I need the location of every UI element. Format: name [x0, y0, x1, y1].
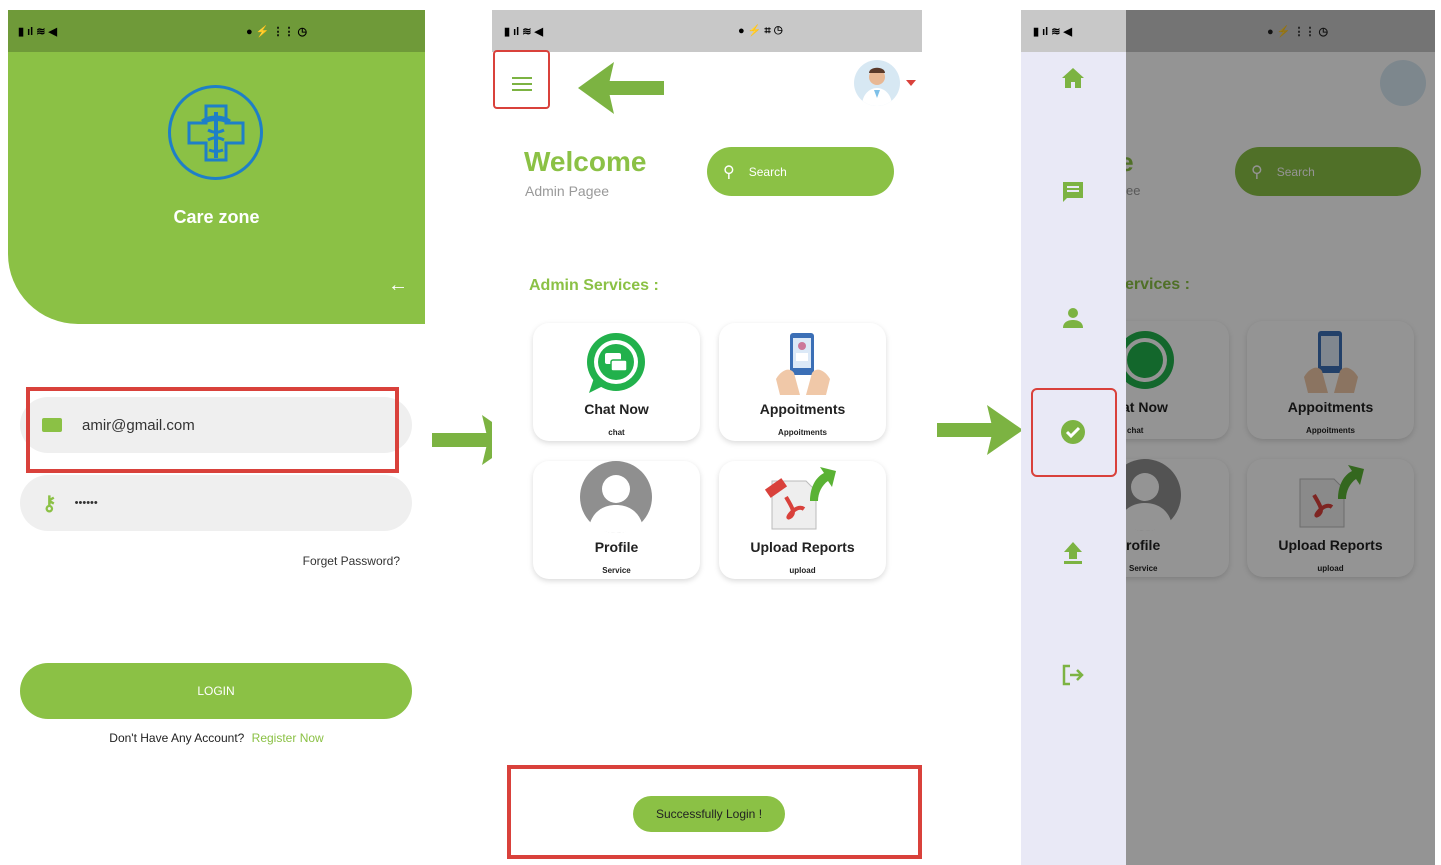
card-subtitle: Service: [602, 566, 631, 575]
register-row: Don't Have Any Account? Register Now: [8, 731, 425, 745]
card-subtitle: Appoitments: [778, 428, 827, 437]
app-name: Care zone: [173, 207, 260, 227]
card-subtitle: chat: [608, 428, 625, 437]
menu-highlight-box: [493, 50, 550, 109]
avatar[interactable]: [854, 60, 900, 106]
login-screen: ▮ ıl ≋ ◀ ● ⚡ ⋮⋮ ◷ Care zone ← amir@gmail…: [8, 10, 425, 865]
admin-screen: ▮ ıl ≋ ◀ ● ⚡ ⌗ ◷ Welcome Admin Pagee ⚲ S…: [492, 10, 922, 865]
key-icon: ⚷: [42, 492, 57, 515]
whatsapp-chat-icon: [587, 333, 645, 393]
card-title: Appoitments: [759, 401, 846, 417]
pointer-arrow-icon: [578, 62, 664, 114]
status-bar: ▮ ıl ≋ ◀ ● ⚡ ⋮⋮ ◷: [8, 10, 425, 52]
forgot-password-link[interactable]: Forget Password?: [208, 554, 400, 568]
search-icon: ⚲: [723, 163, 735, 181]
no-account-text: Don't Have Any Account?: [109, 731, 245, 745]
signal-icons: ▮ ıl ≋ ◀: [504, 25, 544, 38]
search-input[interactable]: ⚲ Search: [707, 147, 894, 196]
home-icon[interactable]: [1055, 60, 1091, 96]
service-card-appointments[interactable]: Appoitments Appoitments: [719, 323, 886, 441]
back-arrow-icon[interactable]: ←: [388, 274, 408, 297]
login-button[interactable]: LOGIN: [20, 663, 412, 719]
flow-arrow-icon: [937, 405, 1023, 455]
doctor-icon: [862, 67, 892, 106]
card-subtitle: upload: [789, 566, 816, 575]
status-bar: ▮ ıl ≋ ◀ ● ⚡ ⌗ ◷: [492, 10, 922, 52]
care-zone-logo: [168, 85, 263, 180]
nav-drawer: ▮ ıl ≋ ◀: [1021, 10, 1126, 865]
page-subtitle: Admin Pagee: [525, 183, 610, 199]
caret-down-icon[interactable]: [906, 80, 916, 86]
caduceus-icon: [187, 104, 244, 161]
upload-icon[interactable]: [1055, 535, 1091, 571]
message-icon[interactable]: [1055, 174, 1091, 210]
card-title: Chat Now: [584, 401, 649, 417]
service-card-chat[interactable]: Chat Now chat: [533, 323, 700, 441]
card-title: Upload Reports: [750, 539, 855, 555]
search-placeholder: Search: [748, 164, 787, 179]
success-toast: Successfully Login !: [633, 796, 785, 832]
welcome-title: Welcome: [524, 146, 647, 177]
person-icon[interactable]: [1055, 300, 1091, 336]
status-right-icons: ● ⚡ ⌗ ◷: [738, 25, 783, 37]
check-highlight-box: [1031, 388, 1117, 477]
service-card-profile[interactable]: Profile Service: [533, 461, 700, 579]
password-value: ••••••: [74, 497, 98, 509]
services-heading: Admin Services :: [529, 277, 659, 294]
password-field[interactable]: ⚷ ••••••: [20, 475, 412, 531]
signal-icons: ▮ ıl ≋ ◀: [18, 25, 58, 38]
signal-icons: ▮ ıl ≋ ◀: [1033, 25, 1073, 38]
card-title: Profile: [594, 539, 639, 555]
logout-icon[interactable]: [1055, 657, 1091, 693]
status-bar: ▮ ıl ≋ ◀: [1021, 10, 1126, 52]
profile-avatar-icon: [580, 461, 652, 533]
email-highlight-box: [26, 387, 399, 473]
service-card-upload[interactable]: Upload Reports upload: [719, 461, 886, 579]
drawer-screen: ● ⚡ ⋮⋮ ◷ me ee ⚲ Search ervices : at Now…: [1021, 10, 1435, 865]
pdf-upload-icon: [764, 467, 836, 530]
phone-appointment-icon: [776, 333, 830, 395]
status-right-icons: ● ⚡ ⋮⋮ ◷: [246, 25, 308, 38]
register-link[interactable]: Register Now: [252, 731, 324, 745]
